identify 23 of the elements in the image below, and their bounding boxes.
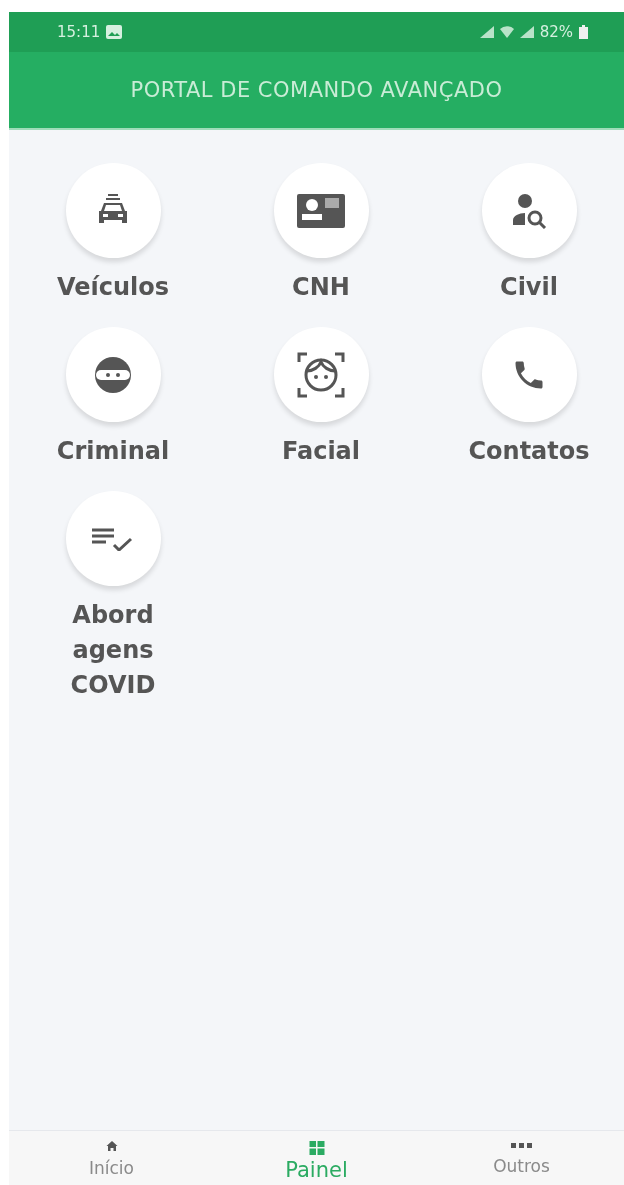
clock: 15:11 <box>57 23 101 41</box>
tile-label: Veículos <box>56 272 170 303</box>
signal-icon <box>479 26 494 38</box>
nav-tab[interactable]: Painel <box>214 1131 419 1185</box>
id-card-icon <box>297 193 345 228</box>
tile-label: Contatos <box>468 436 590 467</box>
battery-icon <box>579 25 588 39</box>
tile-label: Abordagens COVID <box>69 600 157 701</box>
nav-tab[interactable]: Início <box>9 1131 214 1185</box>
tile-label: CNH <box>292 272 350 303</box>
image-icon <box>106 25 123 39</box>
signal-icon <box>519 26 534 38</box>
face-scan-icon <box>297 351 345 398</box>
masked-head-icon <box>94 355 132 394</box>
wifi-icon <box>499 26 514 38</box>
tile-label: Facial <box>281 436 361 467</box>
checklist-icon <box>92 526 134 551</box>
nav-tab[interactable]: Outros <box>419 1131 624 1185</box>
tile-label: Civil <box>500 272 558 303</box>
tile-label: Criminal <box>56 436 170 467</box>
battery-percent: 82% <box>539 23 573 41</box>
more-icon <box>510 1141 533 1149</box>
header-title: PORTAL DE COMANDO AVANÇADO <box>130 78 503 102</box>
